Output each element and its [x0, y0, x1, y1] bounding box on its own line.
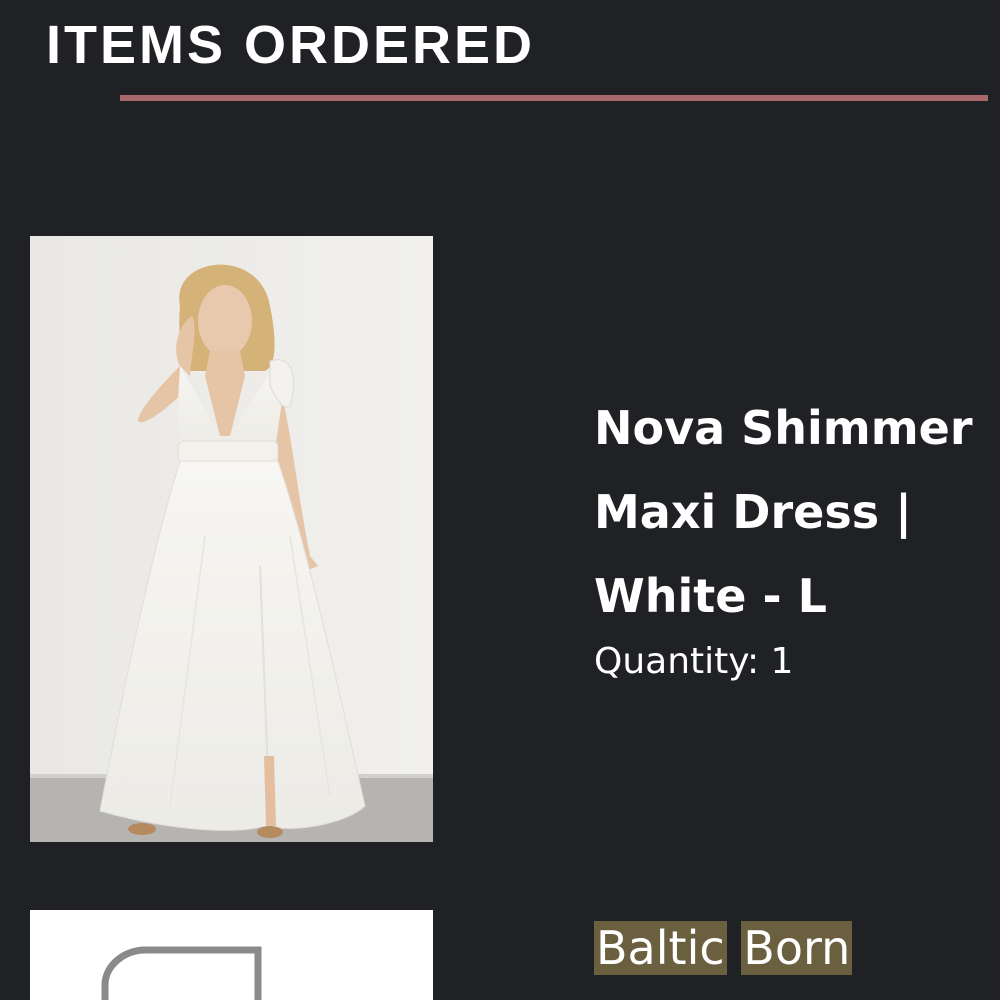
brand-word: Born: [741, 921, 853, 975]
order-item[interactable]: Nova Shimmer Maxi Dress | White - L Quan…: [0, 236, 1000, 844]
item-details: Nova Shimmer Maxi Dress | White - L Quan…: [594, 386, 994, 684]
brand-word: Baltic: [594, 921, 727, 975]
item-quantity: Quantity: 1: [594, 641, 794, 682]
product-name[interactable]: Nova Shimmer Maxi Dress | White - L: [594, 386, 994, 638]
product-image[interactable]: [30, 910, 433, 1000]
product-image[interactable]: [30, 236, 433, 842]
product-name-line: Maxi Dress |: [594, 485, 912, 539]
order-item[interactable]: Baltic Born: [0, 908, 1000, 1000]
section-title: ITEMS ORDERED: [46, 15, 536, 75]
product-name-line: White - L: [594, 569, 827, 623]
product-name-line: Nova Shimmer: [594, 401, 973, 455]
brand-name: Baltic Born: [594, 916, 853, 980]
section-divider: [120, 95, 988, 101]
